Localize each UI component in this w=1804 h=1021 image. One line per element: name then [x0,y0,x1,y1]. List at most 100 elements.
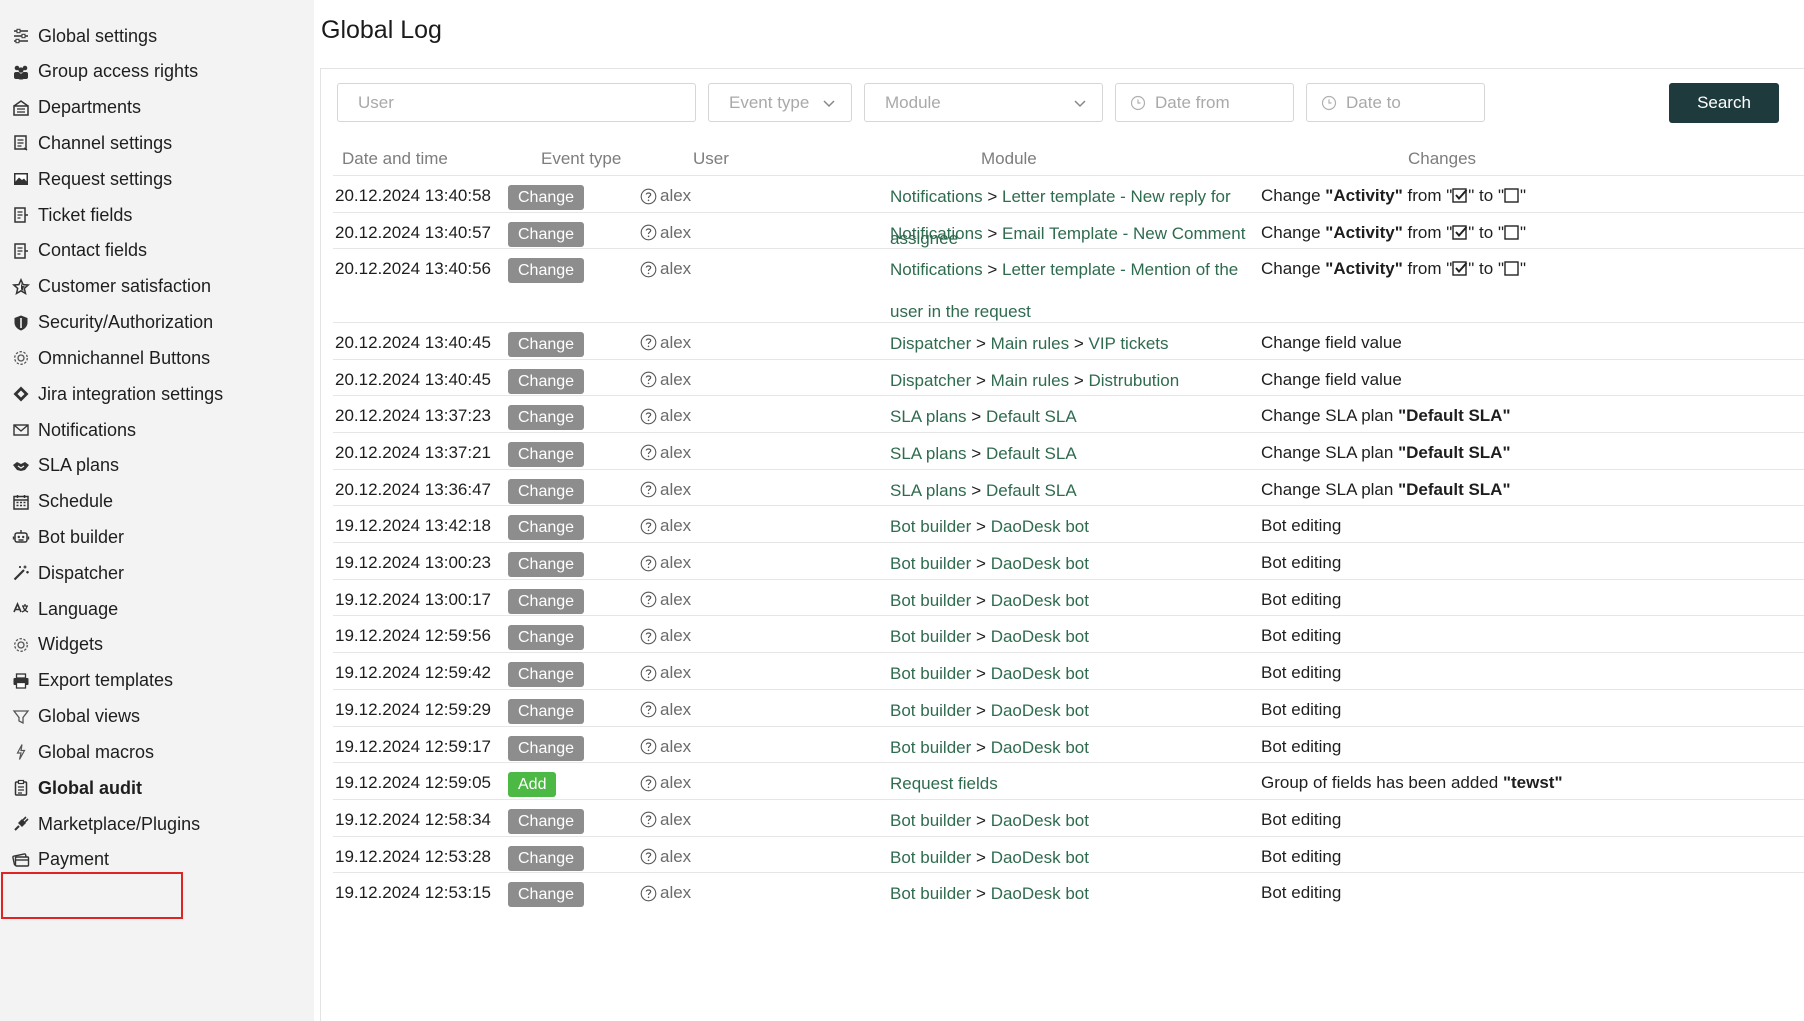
module-link[interactable]: DaoDesk bot [991,848,1089,867]
sidebar-item-export-templates[interactable]: Export templates [10,666,173,696]
module-link[interactable]: Notifications [890,187,983,206]
page-title: Global Log [321,16,442,44]
module-link[interactable]: Notifications [890,224,983,243]
sidebar-item-widgets[interactable]: Widgets [10,630,103,660]
sidebar-item-global-macros[interactable]: Global macros [10,737,154,767]
sidebar-item-security-authorization[interactable]: Security/Authorization [10,308,213,338]
event-badge-label: Change [508,405,585,431]
sidebar-item-notifications[interactable]: Notifications [10,415,136,445]
row-user[interactable]: alex [640,259,691,279]
row-user[interactable]: alex [640,333,691,353]
row-user[interactable]: alex [640,847,691,867]
module-link[interactable]: Default SLA [986,481,1077,500]
module-link[interactable]: Default SLA [986,407,1077,426]
module-link[interactable]: Bot builder [890,627,971,646]
row-user[interactable]: alex [640,663,691,683]
row-user[interactable]: alex [640,186,691,206]
date-to-input[interactable]: Date to [1306,83,1485,122]
module-link[interactable]: Bot builder [890,517,971,536]
sidebar-item-jira-integration-settings[interactable]: Jira integration settings [10,379,223,409]
sidebar-item-marketplace-plugins[interactable]: Marketplace/Plugins [10,809,200,839]
module-link[interactable]: Bot builder [890,554,971,573]
breadcrumb-separator: > [1073,370,1084,390]
module-link[interactable]: Main rules [991,334,1069,353]
module-link[interactable]: Bot builder [890,738,971,757]
module-link[interactable]: DaoDesk bot [991,738,1089,757]
date-from-input[interactable]: Date from [1115,83,1294,122]
module-link[interactable]: DaoDesk bot [991,627,1089,646]
sidebar-item-omnichannel-buttons[interactable]: Omnichannel Buttons [10,343,210,373]
module-link[interactable]: DaoDesk bot [991,591,1089,610]
event-badge-label: Change [508,441,585,467]
module-link[interactable]: SLA plans [890,444,967,463]
module-link[interactable]: Bot builder [890,848,971,867]
module-link[interactable]: Bot builder [890,884,971,903]
sidebar-item-global-audit[interactable]: Global audit [10,773,142,803]
module-link[interactable]: DaoDesk bot [991,517,1089,536]
module-link[interactable]: Bot builder [890,701,971,720]
module-link[interactable]: DaoDesk bot [991,884,1089,903]
sidebar-item-group-access-rights[interactable]: Group access rights [10,57,198,87]
module-link[interactable]: SLA plans [890,481,967,500]
user-filter-input[interactable]: User [337,83,696,122]
module-link[interactable]: DaoDesk bot [991,554,1089,573]
module-link[interactable]: Default SLA [986,444,1077,463]
audit-clipboard-icon [10,777,32,799]
module-link[interactable]: DaoDesk bot [991,664,1089,683]
row-user[interactable]: alex [640,370,691,390]
event-type-badge: Change [508,441,585,467]
module-link[interactable]: Bot builder [890,664,971,683]
sidebar-item-global-settings[interactable]: Global settings [10,21,157,51]
sidebar-item-payment[interactable]: Payment [10,845,109,875]
sidebar-item-channel-settings[interactable]: Channel settings [10,128,172,158]
row-user[interactable]: alex [640,700,691,720]
sidebar-item-contact-fields[interactable]: Contact fields [10,236,147,266]
module-link[interactable]: Notifications [890,260,983,279]
row-changes: Bot editing [1261,663,1342,683]
sidebar-item-label: Widgets [38,634,104,655]
row-user[interactable]: alex [640,590,691,610]
row-user[interactable]: alex [640,406,691,426]
module-link[interactable]: Request fields [890,774,998,793]
module-link[interactable]: SLA plans [890,407,967,426]
sidebar-item-global-views[interactable]: Global views [10,702,140,732]
row-user[interactable]: alex [640,553,691,573]
sidebar-item-departments[interactable]: Departments [10,93,141,123]
sidebar-item-dispatcher[interactable]: Dispatcher [10,558,124,588]
module-link[interactable]: Bot builder [890,811,971,830]
module-link[interactable]: DaoDesk bot [991,701,1089,720]
module-select[interactable]: Module [864,83,1103,122]
sidebar-item-schedule[interactable]: Schedule [10,487,113,517]
row-datetime: 20.12.2024 13:40:57 [335,222,491,242]
sidebar-item-sla-plans[interactable]: SLA plans [10,451,119,481]
sidebar-item-language[interactable]: Language [10,594,118,624]
star-icon [10,276,32,298]
module-link[interactable]: Email Template - New Comment [1002,224,1245,243]
row-changes: Bot editing [1261,736,1342,756]
sidebar-item-customer-satisfaction[interactable]: Customer satisfaction [10,272,211,302]
module-link[interactable]: VIP tickets [1089,334,1169,353]
row-user[interactable]: alex [640,773,691,793]
module-link[interactable]: Bot builder [890,591,971,610]
event-type-select[interactable]: Event type [708,83,852,122]
row-user[interactable]: alex [640,737,691,757]
row-user[interactable]: alex [640,883,691,903]
module-link[interactable]: Dispatcher [890,371,971,390]
event-badge-label: Change [508,331,585,357]
module-link[interactable]: Dispatcher [890,334,971,353]
module-link[interactable]: Distrubution [1089,371,1180,390]
sidebar-item-request-settings[interactable]: Request settings [10,164,172,194]
search-button[interactable]: Search [1669,83,1779,123]
module-link[interactable]: Main rules [991,371,1069,390]
row-user[interactable]: alex [640,443,691,463]
module-link[interactable]: DaoDesk bot [991,811,1089,830]
row-user[interactable]: alex [640,626,691,646]
row-datetime: 20.12.2024 13:37:23 [335,406,491,426]
sidebar-item-bot-builder[interactable]: Bot builder [10,522,124,552]
row-user[interactable]: alex [640,480,691,500]
row-user[interactable]: alex [640,810,691,830]
row-user[interactable]: alex [640,516,691,536]
sidebar-item-ticket-fields[interactable]: Ticket fields [10,200,132,230]
row-user[interactable]: alex [640,223,691,243]
breadcrumb-separator: > [976,554,986,573]
